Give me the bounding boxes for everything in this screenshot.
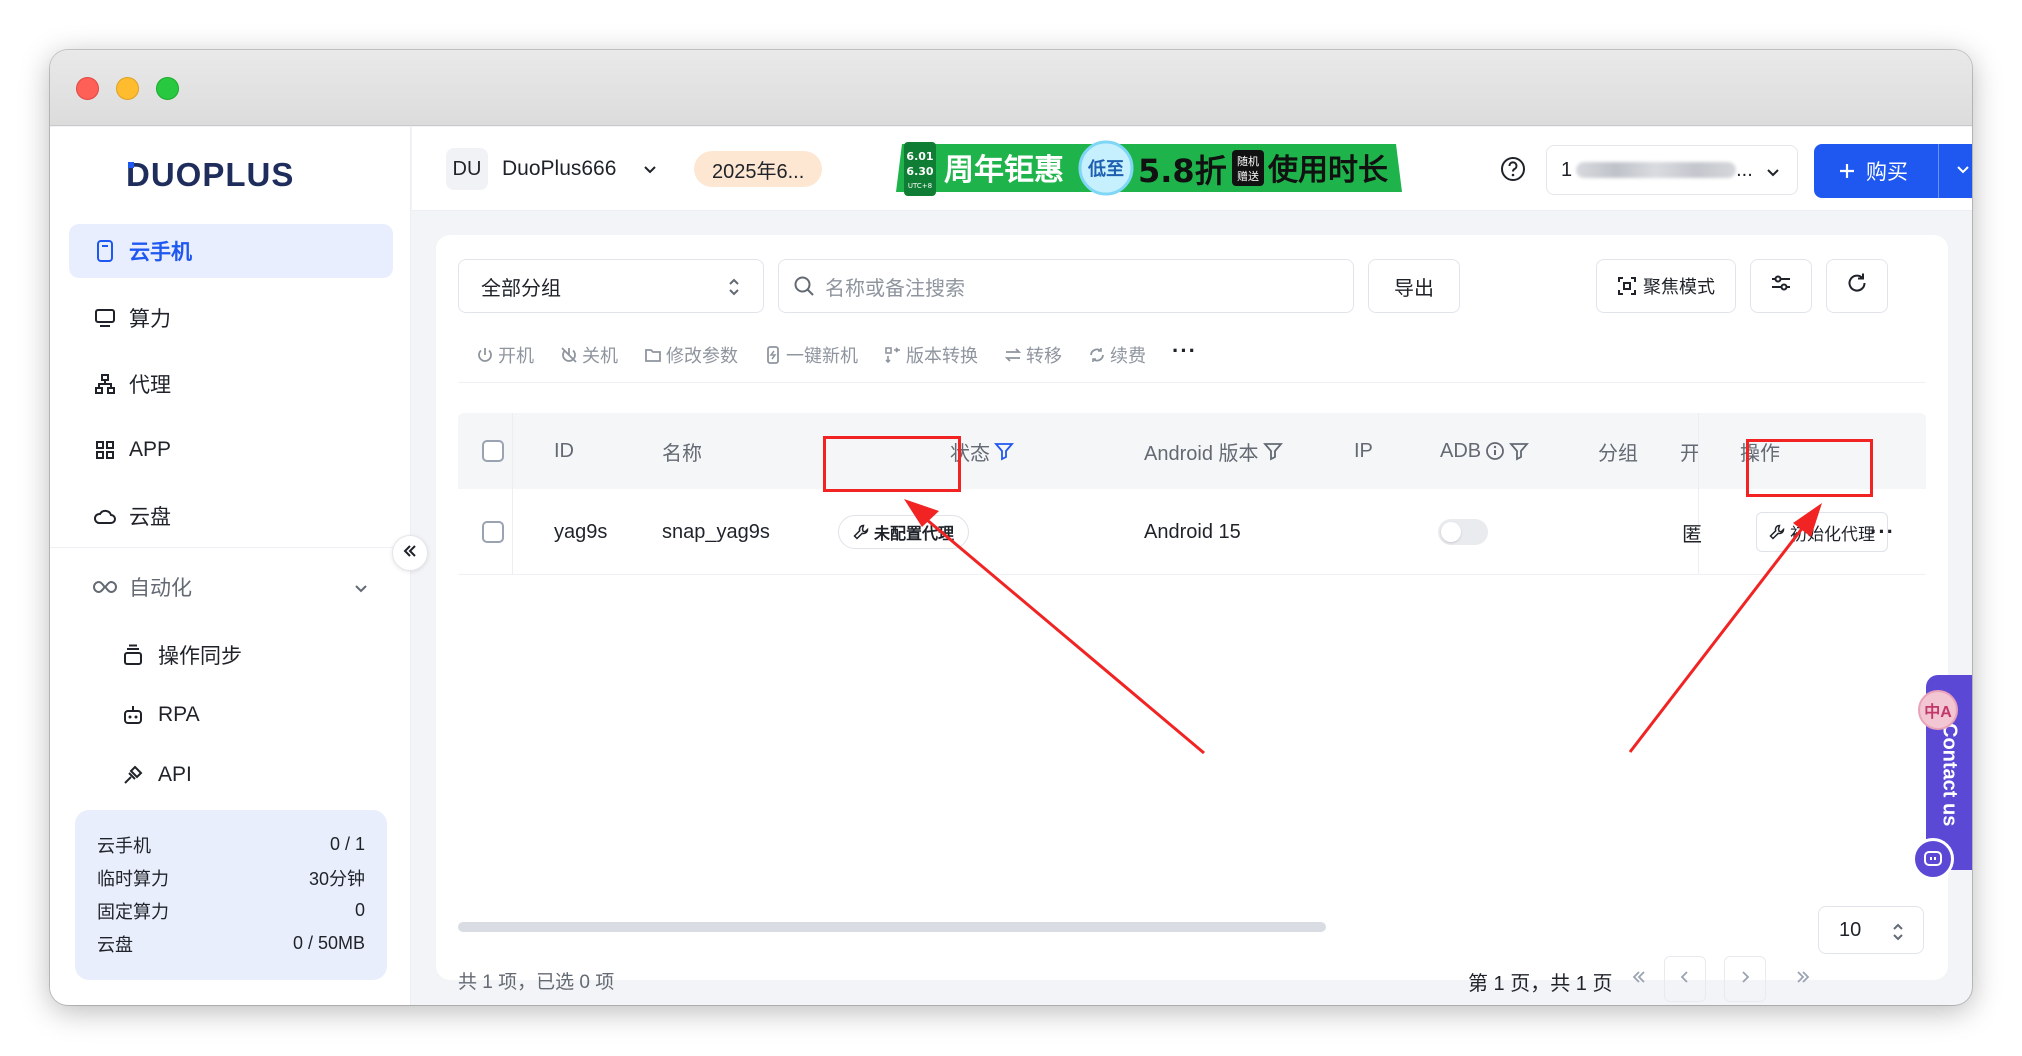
nav-group-label: 自动化 [129,577,192,600]
cloud-icon [93,504,117,528]
sidebar-divider [50,547,411,548]
selection-count: 共 1 项，已选 0 项 [458,972,615,993]
chevron-down-icon[interactable] [642,161,658,182]
nav-label: 云手机 [129,241,192,264]
page-size-select[interactable]: 10 [1818,906,1924,954]
svg-text:6.30: 6.30 [906,165,933,178]
account-selector[interactable]: 1 ... [1546,145,1798,195]
chevron-down-icon [353,578,369,602]
next-page-button[interactable] [1724,956,1766,1002]
chevron-down-icon [1955,159,1971,183]
app-window: DUOPLUS 云手机 算力 代理 APP 云盘 自动化 操作同步 RPA AP… [50,50,1972,1005]
buy-dropdown-button[interactable] [1939,144,1972,198]
nav-sub-label: 操作同步 [158,645,242,668]
svg-text:随机: 随机 [1237,154,1259,168]
nav-label: 算力 [129,308,171,331]
chevron-right-icon [1736,968,1754,991]
apps-grid-icon [93,438,117,462]
updown-chevron-icon [1891,921,1905,949]
double-chevron-right-icon [1794,968,1812,991]
account-id-redacted [1576,162,1737,178]
nav-sub-label: RPA [158,703,200,726]
nav-cloud-drive[interactable]: 云盘 [69,489,393,543]
plan-expiry-pill[interactable]: 2025年6... [694,151,823,187]
svg-text:6.01: 6.01 [906,150,933,163]
usage-stats-panel: 云手机 0 / 1 临时算力 30分钟 固定算力 0 云盘 0 / 50MB [75,810,387,980]
chevron-down-icon [1765,163,1781,186]
translate-icon[interactable]: 中A [1918,690,1958,730]
nav-label: 代理 [129,374,171,397]
nav-sync[interactable]: 操作同步 [122,631,242,679]
proxy-icon [93,372,117,396]
minimize-window-button[interactable] [116,77,139,100]
title-bar [50,50,1972,126]
first-page-button[interactable] [1618,956,1660,1002]
nav-sub-label: API [158,763,192,786]
svg-text:UTC+8: UTC+8 [908,182,932,190]
double-chevron-left-icon [1630,968,1648,991]
duoplus-logo[interactable]: DUOPLUS [126,153,336,195]
help-icon[interactable] [1500,156,1526,182]
page-info: 第 1 页，共 1 页 [1468,973,1613,995]
buy-button[interactable]: 购买 [1814,144,1938,198]
sidebar: DUOPLUS 云手机 算力 代理 APP 云盘 自动化 操作同步 RPA AP… [50,127,411,1005]
svg-text:使用时长: 使用时长 [1267,153,1388,188]
workspace-avatar[interactable]: DU [446,148,488,190]
contact-us-label[interactable]: Contact us [1929,720,1969,830]
infinity-icon [93,580,117,594]
nav-label: 云盘 [129,506,171,529]
stat-row: 云盘 0 / 50MB [97,933,365,955]
promo-banner[interactable]: 6.01 6.30 UTC+8 周年钜惠 低至 5.8折 随机 赠送 使用时长 [896,138,1408,198]
account-id-prefix: 1 [1561,158,1573,181]
device-list-card: 全部分组 名称或备注搜索 导出 聚焦模式 开机 关机 修改参数 一键新机 版本转… [436,235,1948,995]
nav-compute[interactable]: 算力 [69,291,393,345]
top-header: DU DuoPlus666 2025年6... 6.01 6.30 UTC+8 … [412,127,1972,211]
nav-cloud-phone[interactable]: 云手机 [69,224,393,278]
svg-text:赠送: 赠送 [1237,169,1259,183]
svg-text:DUOPLUS: DUOPLUS [126,158,294,190]
account-id-suffix: ... [1736,158,1753,181]
collapse-sidebar-button[interactable] [392,535,428,571]
svg-text:5.8折: 5.8折 [1138,152,1227,190]
monitor-icon [93,306,117,330]
plus-icon [1838,162,1856,180]
last-page-button[interactable] [1782,956,1824,1002]
double-chevron-left-icon [402,543,418,564]
nav-proxy[interactable]: 代理 [69,357,393,411]
nav-api[interactable]: API [122,751,192,799]
sync-icon [122,644,146,666]
horizontal-scrollbar[interactable] [458,922,1326,932]
chat-icon[interactable] [1912,838,1954,880]
plug-icon [122,764,146,786]
svg-text:低至: 低至 [1087,158,1124,180]
stat-row: 云手机 0 / 1 [97,834,365,856]
maximize-window-button[interactable] [156,77,179,100]
robot-icon [122,704,146,726]
nav-label: APP [129,438,172,461]
buy-button-group: 购买 [1814,144,1972,198]
stat-row: 临时算力 30分钟 [97,868,365,889]
phone-icon [93,239,117,263]
annotation-arrows [904,499,1822,755]
nav-app[interactable]: APP [69,423,393,477]
prev-page-button[interactable] [1664,956,1706,1002]
nav-automation-group[interactable]: 自动化 [69,560,393,614]
svg-text:周年钜惠: 周年钜惠 [944,153,1064,188]
nav-rpa[interactable]: RPA [122,691,200,739]
stat-row: 固定算力 0 [97,900,365,922]
workspace-name[interactable]: DuoPlus666 [502,157,616,181]
close-window-button[interactable] [76,77,99,100]
chevron-left-icon [1676,968,1694,991]
